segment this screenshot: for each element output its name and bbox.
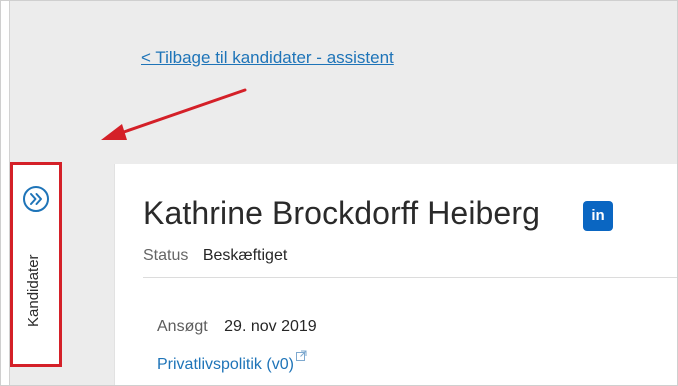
candidate-name: Kathrine Brockdorff Heiberg [143,195,540,231]
candidate-card: Kathrine Brockdorff Heiberg in Status Be… [115,164,678,386]
sidebar-candidates-tab[interactable]: Kandidater [10,162,62,367]
external-link-icon [295,350,307,361]
applied-row: Ansøgt 29. nov 2019 [157,318,317,336]
divider [143,277,678,278]
sidebar-candidates-label: Kandidater [25,254,42,327]
page-viewport: < Tilbage til kandidater - assistent Kan… [0,0,678,386]
back-to-candidates-link[interactable]: < Tilbage til kandidater - assistent [141,48,394,68]
linkedin-icon[interactable]: in [583,201,613,231]
status-label: Status [143,247,189,264]
left-edge-panel [0,0,10,386]
privacy-policy-label[interactable]: Privatlivspolitik (v0) [157,356,294,373]
status-value: Beskæftiget [202,247,288,264]
privacy-policy-link[interactable]: Privatlivspolitik (v0) [157,350,307,374]
applied-label: Ansøgt [157,318,208,335]
status-row: Status Beskæftiget [143,247,287,265]
applied-date: 29. nov 2019 [224,318,317,335]
double-chevron-right-icon[interactable] [22,185,50,213]
